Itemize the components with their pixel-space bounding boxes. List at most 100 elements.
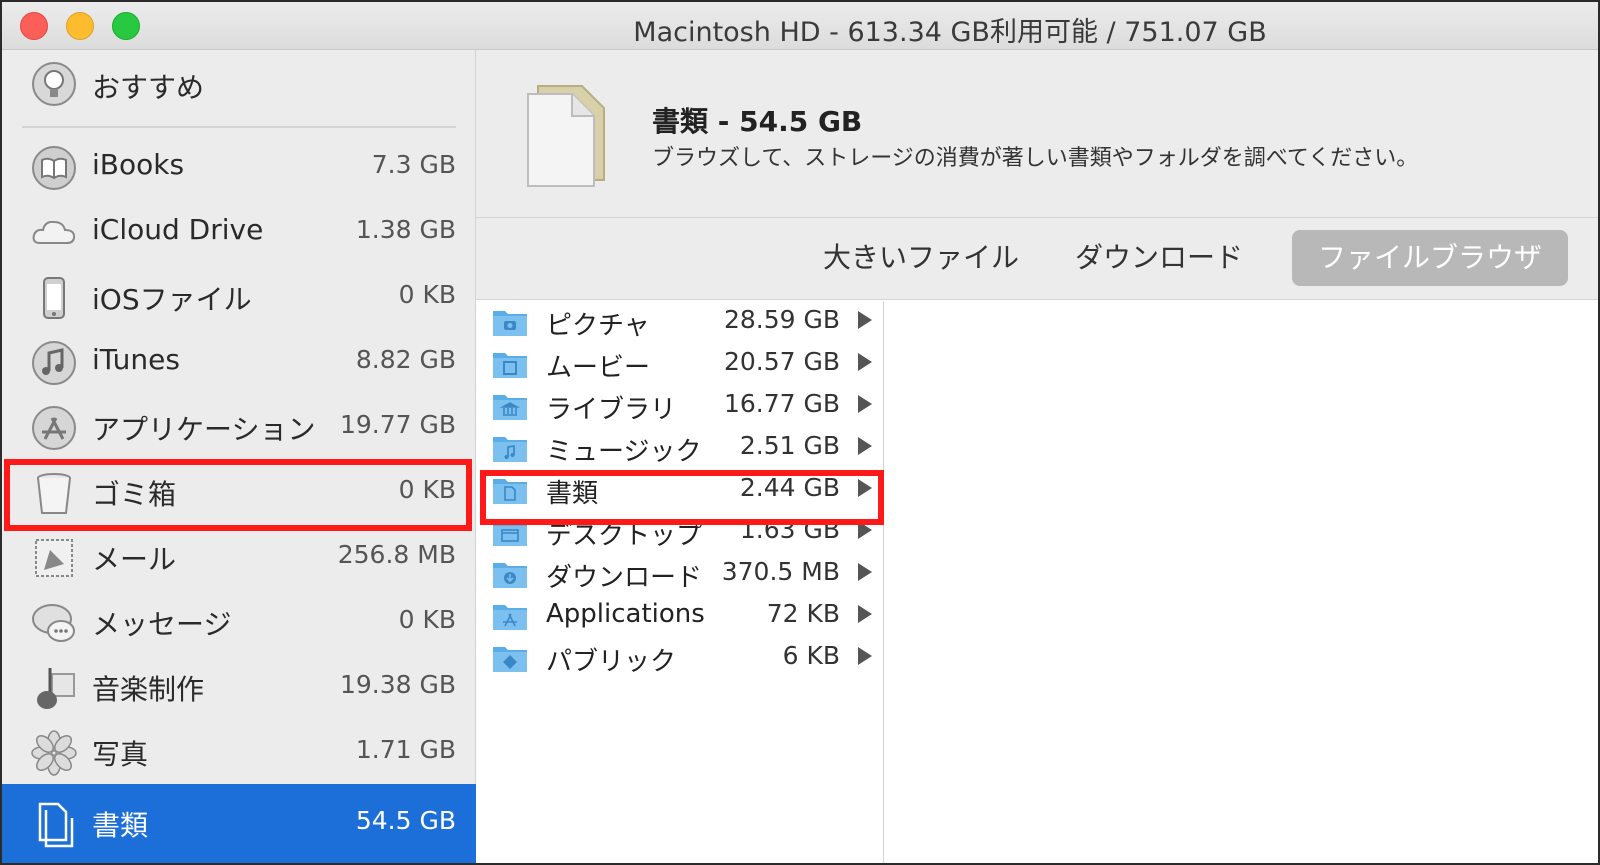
music-note-icon: [32, 341, 76, 385]
file-name: Applications: [546, 599, 705, 629]
downloads-folder-icon: [493, 563, 527, 588]
list-item[interactable]: ダウンロード 370.5 MB: [476, 553, 884, 595]
sidebar-item-trash[interactable]: ゴミ箱 0 KB: [2, 459, 476, 525]
sidebar-item-size: 256.8 MB: [337, 540, 456, 569]
sidebar-item-recommend[interactable]: おすすめ: [2, 50, 476, 116]
applications-folder-icon: [493, 605, 527, 630]
file-size: 72 KB: [766, 599, 840, 628]
storage-management-window: Macintosh HD - 613.34 GB利用可能 / 751.07 GB…: [0, 0, 1600, 865]
file-size: 1.63 GB: [739, 515, 840, 544]
sidebar-item-icloud-drive[interactable]: iCloud Drive 1.38 GB: [2, 199, 476, 265]
sidebar-item-documents[interactable]: 書類 54.5 GB: [2, 784, 476, 863]
list-item[interactable]: ピクチャ 28.59 GB: [476, 301, 884, 343]
book-icon: [32, 146, 76, 190]
sidebar-item-label: 書類: [92, 809, 149, 842]
mail-stamp-icon: [35, 539, 73, 577]
library-folder-icon: [493, 395, 527, 420]
pictures-folder-icon: [493, 311, 527, 336]
sidebar-item-messages[interactable]: メッセージ 0 KB: [2, 589, 476, 655]
file-name: パブリック: [546, 647, 677, 677]
lightbulb-icon: [32, 62, 76, 106]
music-folder-icon: [493, 437, 527, 462]
file-size: 2.44 GB: [739, 473, 840, 502]
tab-large-files[interactable]: 大きいファイル: [816, 230, 1026, 286]
list-item[interactable]: Applications 72 KB: [476, 595, 884, 637]
file-browser-list: ピクチャ 28.59 GB ムービー 20.57 GB ライブラリ 16.77 …: [476, 301, 884, 863]
expand-arrow-icon[interactable]: [858, 563, 872, 581]
list-item[interactable]: ライブラリ 16.77 GB: [476, 385, 884, 427]
file-name: ライブラリ: [546, 395, 677, 425]
sidebar-item-itunes[interactable]: iTunes 8.82 GB: [2, 329, 476, 395]
expand-arrow-icon[interactable]: [858, 479, 872, 497]
photos-flower-icon: [31, 730, 77, 776]
sidebar: おすすめ iBooks 7.3 GB iCloud Drive 1.38 GB: [2, 50, 476, 863]
file-size: 20.57 GB: [723, 347, 840, 376]
category-title: 書類 - 54.5 GB: [652, 105, 863, 138]
sidebar-divider: [22, 126, 456, 128]
app-store-icon: [32, 406, 76, 450]
file-name: ムービー: [546, 353, 651, 383]
file-size: 6 KB: [782, 641, 840, 670]
main-panel: 書類 - 54.5 GB ブラウズして、ストレージの消費が著しい書類やフォルダを…: [476, 50, 1598, 863]
list-item[interactable]: ミュージック 2.51 GB: [476, 427, 884, 469]
list-item[interactable]: 書類 2.44 GB: [476, 469, 884, 511]
list-item[interactable]: ムービー 20.57 GB: [476, 343, 884, 385]
sidebar-item-size: 1.38 GB: [355, 215, 456, 244]
list-item[interactable]: デスクトップ 1.63 GB: [476, 511, 884, 553]
expand-arrow-icon[interactable]: [858, 521, 872, 539]
file-name: ミュージック: [546, 437, 702, 467]
list-item[interactable]: パブリック 6 KB: [476, 637, 884, 679]
expand-arrow-icon[interactable]: [858, 353, 872, 371]
file-name: ピクチャ: [546, 311, 650, 341]
sidebar-item-size: 7.3 GB: [371, 150, 456, 179]
guitar-icon: [37, 668, 75, 709]
sidebar-item-size: 0 KB: [398, 605, 456, 634]
public-folder-icon: [493, 647, 527, 672]
sidebar-item-size: 19.77 GB: [339, 410, 456, 439]
expand-arrow-icon[interactable]: [858, 437, 872, 455]
sidebar-item-label: メール: [92, 543, 177, 576]
document-large-icon: [527, 85, 605, 187]
expand-arrow-icon[interactable]: [858, 647, 872, 665]
category-description: ブラウズして、ストレージの消費が著しい書類やフォルダを調べてください。: [652, 146, 1419, 171]
tab-downloads[interactable]: ダウンロード: [1064, 230, 1254, 286]
file-name: ダウンロード: [546, 563, 703, 593]
sidebar-item-label: ゴミ箱: [92, 478, 177, 511]
sidebar-item-music-creation[interactable]: 音楽制作 19.38 GB: [2, 654, 476, 720]
sidebar-item-size: 19.38 GB: [339, 670, 456, 699]
sidebar-item-label: iTunes: [92, 343, 180, 376]
expand-arrow-icon[interactable]: [858, 395, 872, 413]
file-size: 2.51 GB: [739, 431, 840, 460]
sidebar-item-label: アプリケーション: [92, 413, 316, 446]
expand-arrow-icon[interactable]: [858, 605, 872, 623]
sidebar-item-photos[interactable]: 写真 1.71 GB: [2, 719, 476, 785]
sidebar-item-label: iOSファイル: [92, 283, 252, 316]
expand-arrow-icon[interactable]: [858, 311, 872, 329]
sidebar-item-applications[interactable]: アプリケーション 19.77 GB: [2, 394, 476, 460]
sidebar-item-size: 0 KB: [398, 280, 456, 309]
sidebar-item-label: おすすめ: [92, 71, 205, 104]
file-size: 28.59 GB: [723, 305, 840, 334]
sidebar-item-label: 音楽制作: [92, 673, 205, 706]
sidebar-item-size: 54.5 GB: [355, 806, 456, 835]
movies-folder-icon: [493, 353, 527, 378]
file-size: 16.77 GB: [723, 389, 840, 418]
sidebar-item-label: メッセージ: [92, 608, 232, 641]
sidebar-item-size: 1.71 GB: [355, 735, 456, 764]
desktop-folder-icon: [493, 521, 527, 546]
window-title: Macintosh HD - 613.34 GB利用可能 / 751.07 GB: [633, 17, 1267, 48]
view-tabs: 大きいファイル ダウンロード ファイルブラウザ: [476, 218, 1598, 300]
sidebar-item-size: 8.82 GB: [355, 345, 456, 374]
trash-icon: [37, 473, 71, 514]
sidebar-item-ios-files[interactable]: iOSファイル 0 KB: [2, 264, 476, 330]
sidebar-item-mail[interactable]: メール 256.8 MB: [2, 524, 476, 590]
cloud-icon: [32, 220, 76, 244]
file-name: 書類: [546, 479, 599, 509]
sidebar-item-label: 写真: [92, 738, 149, 771]
iphone-icon: [43, 277, 65, 319]
tab-file-browser[interactable]: ファイルブラウザ: [1292, 230, 1568, 286]
file-name: デスクトップ: [546, 521, 703, 551]
sidebar-item-label: iBooks: [92, 148, 185, 181]
documents-icon: [38, 802, 74, 848]
sidebar-item-ibooks[interactable]: iBooks 7.3 GB: [2, 134, 476, 200]
